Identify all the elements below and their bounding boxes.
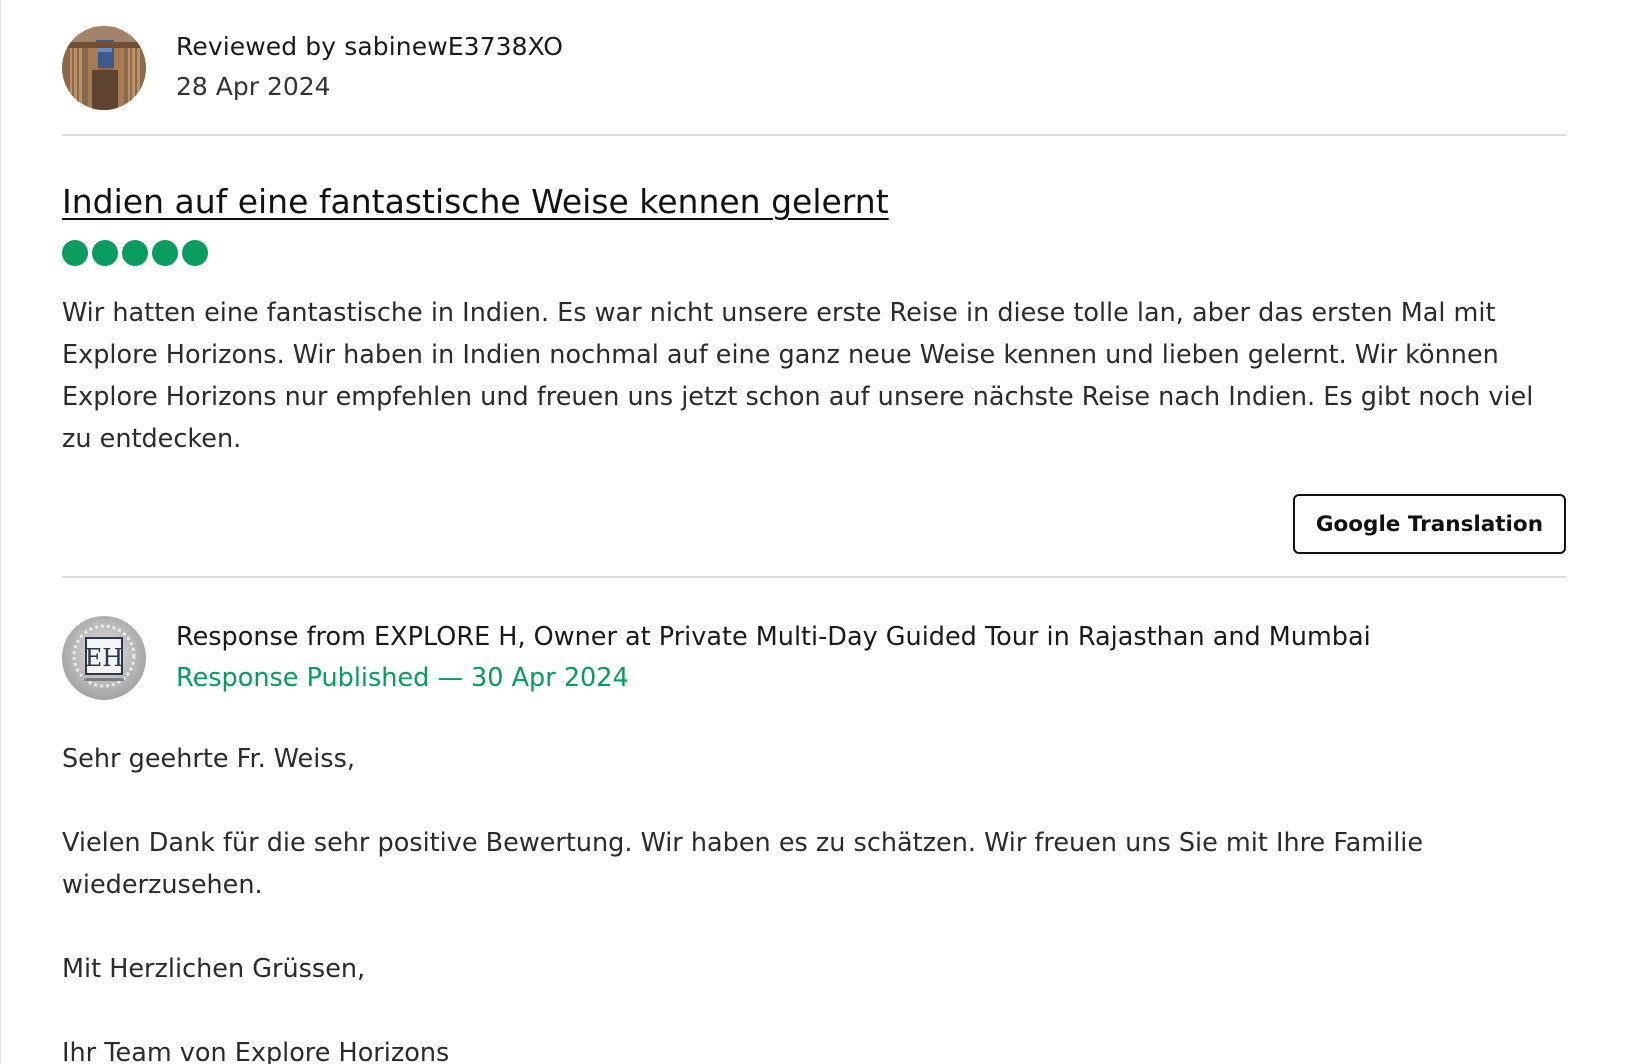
rating-bubbles xyxy=(62,240,208,266)
response-meta: Response from EXPLORE H, Owner at Privat… xyxy=(176,616,1371,699)
owner-avatar[interactable]: EH xyxy=(62,616,146,700)
review-page: Reviewed by sabinewE3738XO 28 Apr 2024 I… xyxy=(0,0,1628,1064)
review-date: 28 Apr 2024 xyxy=(176,72,331,101)
response-paragraph: Ihr Team von Explore Horizons xyxy=(62,1038,450,1064)
response-paragraph: Vielen Dank für die sehr positive Bewert… xyxy=(62,828,1424,900)
response-header: EH Response from EXPLORE H, Owner at Pri… xyxy=(62,616,1371,700)
response-from: Response from EXPLORE H, Owner at Privat… xyxy=(176,622,1371,652)
review-title-link[interactable]: Indien auf eine fantastische Weise kenne… xyxy=(62,180,889,224)
svg-text:EH: EH xyxy=(85,644,123,672)
rating-bubble-icon xyxy=(152,240,178,266)
rating-bubble-icon xyxy=(182,240,208,266)
rating-bubble-icon xyxy=(62,240,88,266)
reviewer-avatar[interactable] xyxy=(62,26,146,110)
explore-horizons-logo-icon: EH xyxy=(62,616,146,700)
reviewer-header: Reviewed by sabinewE3738XO 28 Apr 2024 xyxy=(62,26,563,110)
rating-bubble-icon xyxy=(92,240,118,266)
reviewer-meta: Reviewed by sabinewE3738XO 28 Apr 2024 xyxy=(176,26,563,108)
response-published-date: Response Published — 30 Apr 2024 xyxy=(176,663,629,693)
avatar-photo-icon xyxy=(62,26,146,110)
response-body: Sehr geehrte Fr. Weiss, Vielen Dank für … xyxy=(62,738,1566,1064)
response-paragraph: Mit Herzlichen Grüssen, xyxy=(62,954,366,984)
divider xyxy=(62,134,1566,136)
reviewer-name[interactable]: Reviewed by sabinewE3738XO xyxy=(176,28,563,66)
response-paragraph: Sehr geehrte Fr. Weiss, xyxy=(62,744,355,774)
divider xyxy=(62,576,1566,578)
review-body: Wir hatten eine fantastische in Indien. … xyxy=(62,298,1534,454)
google-translation-button[interactable]: Google Translation xyxy=(1292,494,1566,554)
rating-bubble-icon xyxy=(122,240,148,266)
